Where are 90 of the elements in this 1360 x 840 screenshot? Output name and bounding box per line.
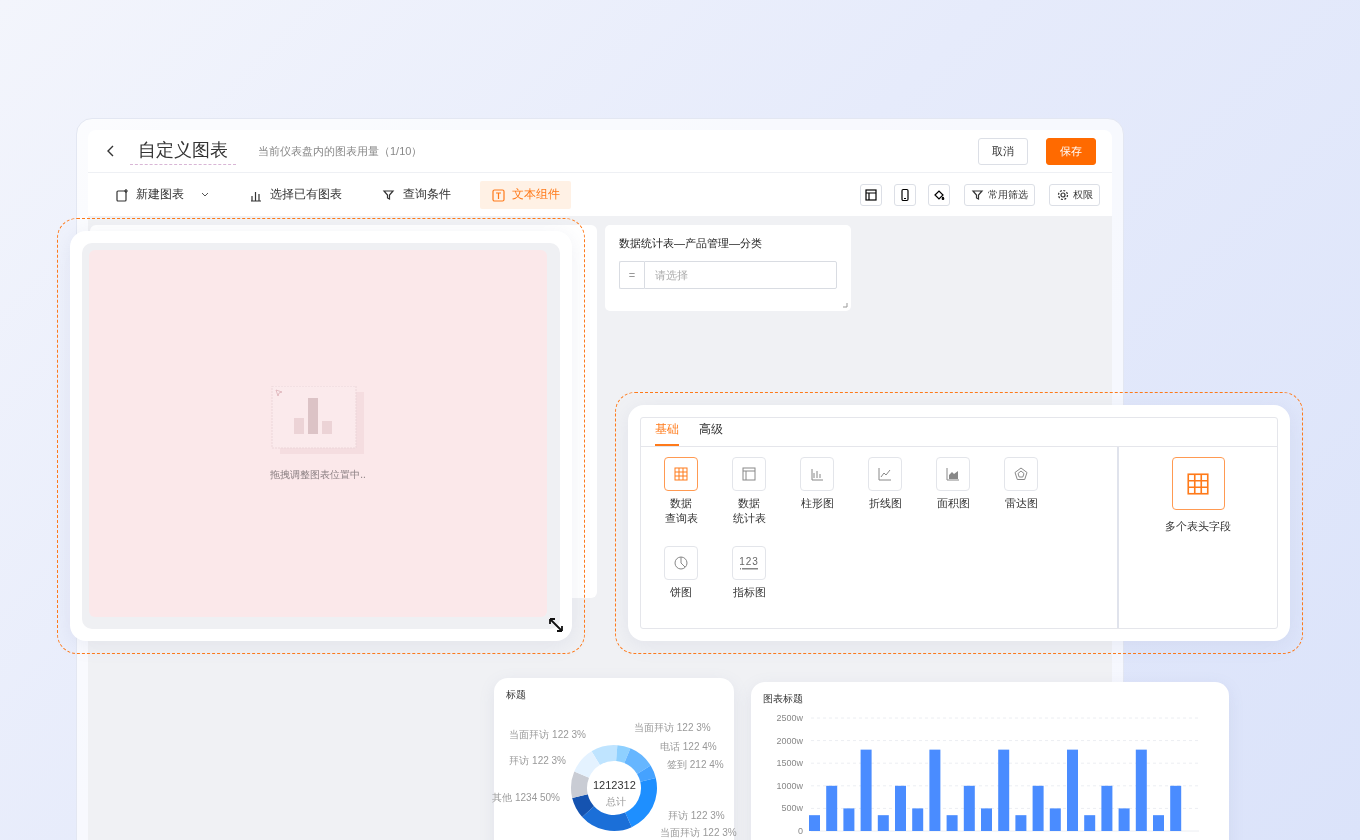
select-field[interactable]: 请选择 [644,261,837,289]
table-icon [1185,470,1211,497]
toolbar-icon-button[interactable] [928,183,950,206]
page-title: 自定义图表 [130,137,236,165]
drag-hint: 拖拽调整图表位置中.. [270,467,366,482]
axis-label: 0 [798,826,803,836]
axis-label: 2500w [776,713,803,723]
filter-icon [971,187,985,202]
usage-text: 当前仪表盘内的图表用量（1/10） [258,143,424,159]
bar [1170,785,1182,831]
card-title: 标题 [506,688,527,702]
panel-tab[interactable]: 高级 [699,421,723,446]
add-chart-icon [115,187,129,202]
bar [809,815,820,831]
toolbar-icon-button[interactable] [894,183,916,206]
chart-placeholder-icon [270,385,366,456]
bar [1015,815,1027,831]
chart-type-label: 数据 [738,496,760,511]
chart-type-label: 多个表头字段 [1165,519,1231,534]
bar [981,808,992,831]
bar [963,785,975,831]
bar [912,808,924,831]
total-label: 总计 [606,795,626,809]
card-title: 图表标题 [763,692,804,706]
filter-title: 数据统计表—产品管理—分类 [619,236,763,251]
chart-type-item[interactable]: 柱形图 [783,457,851,526]
slice-label: 其他 1234 50% [492,791,560,805]
bar [895,785,906,831]
bar [1049,808,1061,831]
axis-label: 500w [781,803,803,814]
bar [1153,815,1164,831]
resize-cursor-icon [548,617,564,633]
chart-type-item[interactable]: 数据 查询表 [647,457,715,526]
total-value: 1212312 [593,779,636,791]
chart-type-label: 折线图 [868,496,902,511]
radar-chart-icon [1013,466,1029,482]
toolbar-tab[interactable]: 新建图表 [104,180,220,209]
table-icon [673,466,689,482]
chart-type-label: 面积图 [936,496,970,511]
axis-label: 1500w [776,758,803,769]
chart-type-label: 饼图 [670,585,692,600]
chart-type-item[interactable]: 折线图 [851,457,919,526]
operator-label: = [619,261,644,289]
chart-type-label: 雷达图 [1004,496,1038,511]
chart-type-item[interactable]: 面积图 [919,457,987,526]
settings-icon [1056,187,1070,202]
slice-label: 当面拜访 122 3% [660,826,737,840]
bar-chart-icon [809,466,825,482]
table-layout-icon [741,466,757,482]
layout-icon [864,187,878,202]
chart-type-label: 查询表 [664,511,698,526]
slice-label: 电话 122 4% [660,740,717,754]
bar [1084,815,1096,831]
slice-label: 拜访 122 3% [668,809,725,823]
chart-type-label: 统计表 [732,511,766,526]
back-icon[interactable] [106,145,116,157]
chart-type-item[interactable]: 多个表头字段 [1165,457,1231,628]
chart-type-item[interactable]: 数据 统计表 [715,457,783,526]
toolbar-tab[interactable]: 选择已有图表 [238,180,353,209]
bar [1101,785,1113,831]
slice-label: 拜访 122 3% [509,754,566,768]
resize-handle-icon[interactable] [843,303,848,308]
bar [1118,808,1130,831]
slice-label: 当面拜访 122 3% [509,728,586,742]
toolbar-button[interactable]: 权限 [1049,183,1100,206]
axis-label: 1000w [776,780,803,791]
slice-label: 签到 212 4% [667,758,724,772]
bar [843,808,855,831]
bar [877,815,889,831]
toolbar-icon-button[interactable] [860,183,882,206]
axis-label: 2000w [776,735,803,746]
chart-type-label: 指标图 [732,585,766,600]
chart-type-item[interactable]: 雷达图 [987,457,1055,526]
chart-type-item[interactable]: 饼图 [647,546,715,600]
chart-type-label: 柱形图 [800,496,834,511]
area-chart-icon [945,466,961,482]
toolbar-button[interactable]: 常用筛选 [964,183,1035,206]
pie-chart-icon [673,555,689,571]
chart-type-item[interactable]: 123 指标图 [715,546,783,600]
phone-icon [898,187,912,202]
bar [946,815,958,831]
chart-type-label: 数据 [670,496,692,511]
slice-label: 当面拜访 122 3% [634,721,711,735]
bar [826,785,838,831]
toolbar-tab[interactable]: 查询条件 [371,180,462,209]
text-icon [491,187,505,202]
bar [1032,785,1044,831]
line-chart-icon [877,466,893,482]
filter-icon [382,187,396,202]
cancel-button[interactable]: 取消 [978,137,1028,165]
